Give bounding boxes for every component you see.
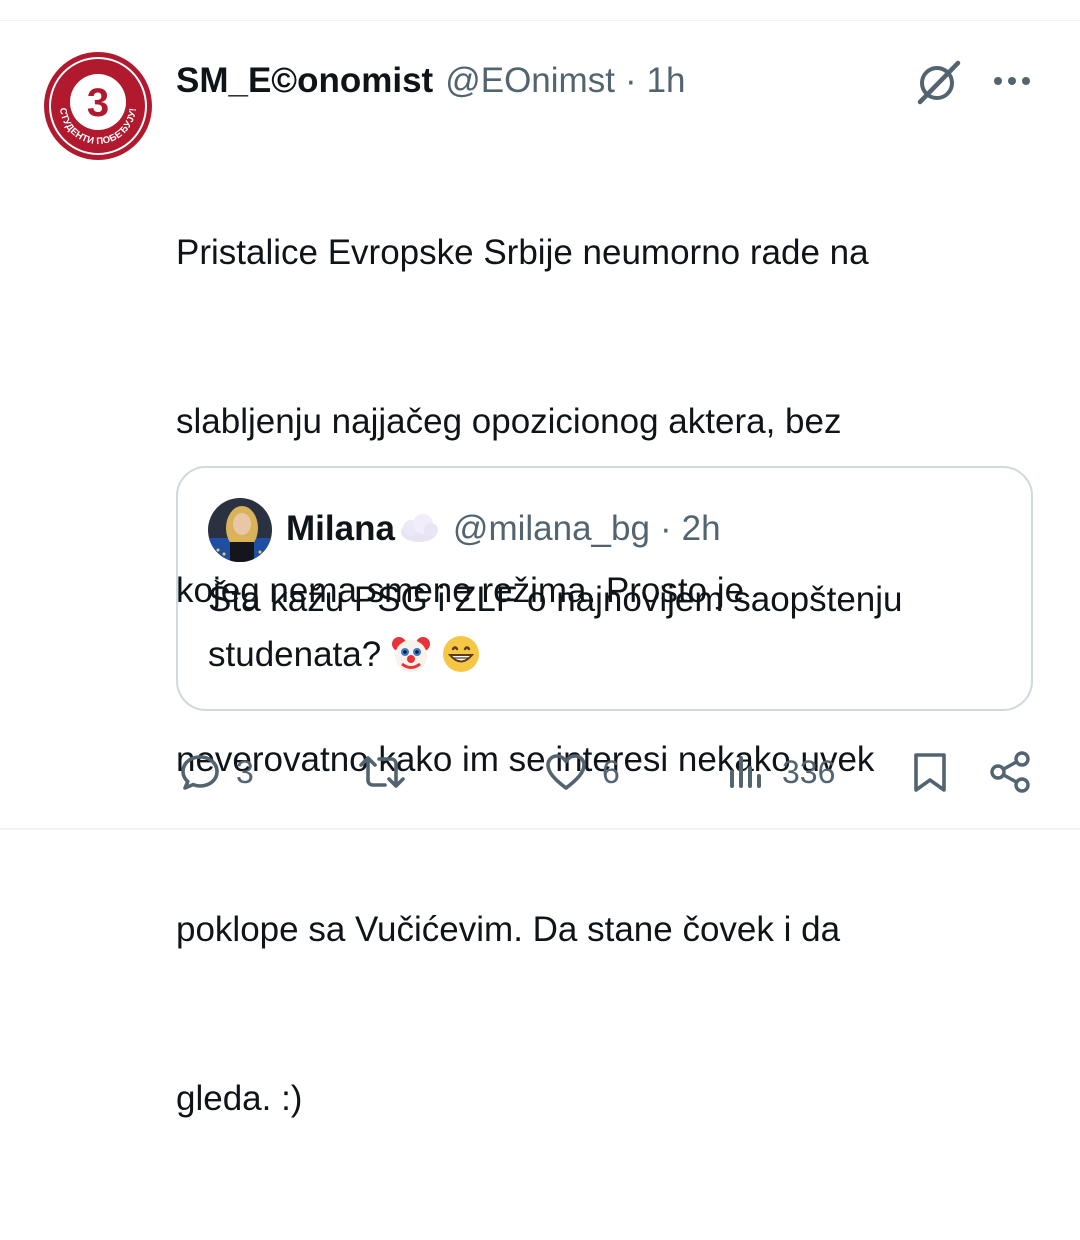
reply-icon — [181, 755, 219, 790]
tweet-header: SM_E©onomist @EOnimst · 1h — [176, 58, 686, 104]
handle[interactable]: @EOnimst — [445, 61, 615, 101]
like-button[interactable]: 6 — [544, 742, 620, 802]
bookmark-icon — [914, 753, 946, 792]
quote-timestamp[interactable]: 2h — [682, 509, 721, 549]
clown-face-emoji — [391, 637, 430, 672]
action-bar: 3 6 336 — [0, 742, 1080, 802]
tweet-text-line: poklope sa Vučićevim. Da stane čovek i d… — [176, 909, 841, 949]
avatar-badge-number: 3 — [87, 81, 109, 125]
views-count: 336 — [782, 753, 836, 790]
display-name[interactable]: SM_E©onomist — [176, 61, 433, 101]
tweet-text-line: Pristalice Evropske Srbije neumorno rade… — [176, 232, 869, 272]
more-options-icon[interactable] — [988, 66, 1036, 96]
quote-text-end: studenata? — [208, 635, 382, 674]
quote-text-line: Šta kažu PSG i ZLF o najnovijem saopšten… — [208, 580, 903, 619]
avatar[interactable]: 3 СТУДЕНТИ ПОБЕЂУЈУ! — [44, 52, 152, 160]
reply-count: 3 — [236, 753, 254, 790]
bottom-divider — [0, 828, 1080, 830]
cloud-icon — [400, 514, 438, 542]
heart-icon — [546, 754, 586, 790]
grok-icon[interactable] — [912, 58, 966, 106]
reply-button[interactable]: 3 — [178, 742, 254, 802]
quote-avatar[interactable] — [208, 498, 272, 562]
retweet-icon — [359, 756, 405, 788]
quote-display-name[interactable]: Milana — [286, 509, 395, 549]
quoted-tweet-card[interactable]: Milana @milana_bg · 2h Šta kažu PSG i ZL… — [176, 466, 1033, 711]
grinning-face-emoji — [442, 636, 479, 672]
quote-header: Milana @milana_bg · 2h — [286, 506, 721, 552]
timestamp[interactable]: 1h — [647, 61, 686, 101]
like-count: 6 — [602, 753, 620, 790]
quote-separator-dot: · — [659, 509, 672, 548]
share-icon — [990, 751, 1030, 793]
bookmark-button[interactable] — [908, 742, 952, 802]
share-button[interactable] — [988, 742, 1032, 802]
tweet[interactable]: 3 СТУДЕНТИ ПОБЕЂУЈУ! SM_E©onomist @EOnim… — [0, 0, 1080, 1118]
retweet-button[interactable] — [358, 742, 420, 802]
tweet-text-line: gleda. :) — [176, 1078, 303, 1118]
views-button[interactable]: 336 — [724, 742, 835, 802]
tweet-text-line: slabljenju najjačeg opozicionog aktera, … — [176, 402, 842, 442]
separator-dot: · — [624, 61, 637, 100]
views-icon — [730, 756, 761, 788]
quote-text: Šta kažu PSG i ZLF o najnovijem saopšten… — [208, 572, 1008, 682]
quote-handle[interactable]: @milana_bg — [453, 509, 650, 549]
avatar-logo: 3 СТУДЕНТИ ПОБЕЂУЈУ! — [44, 52, 152, 160]
quote-text-line-2: studenata? — [208, 627, 1008, 682]
